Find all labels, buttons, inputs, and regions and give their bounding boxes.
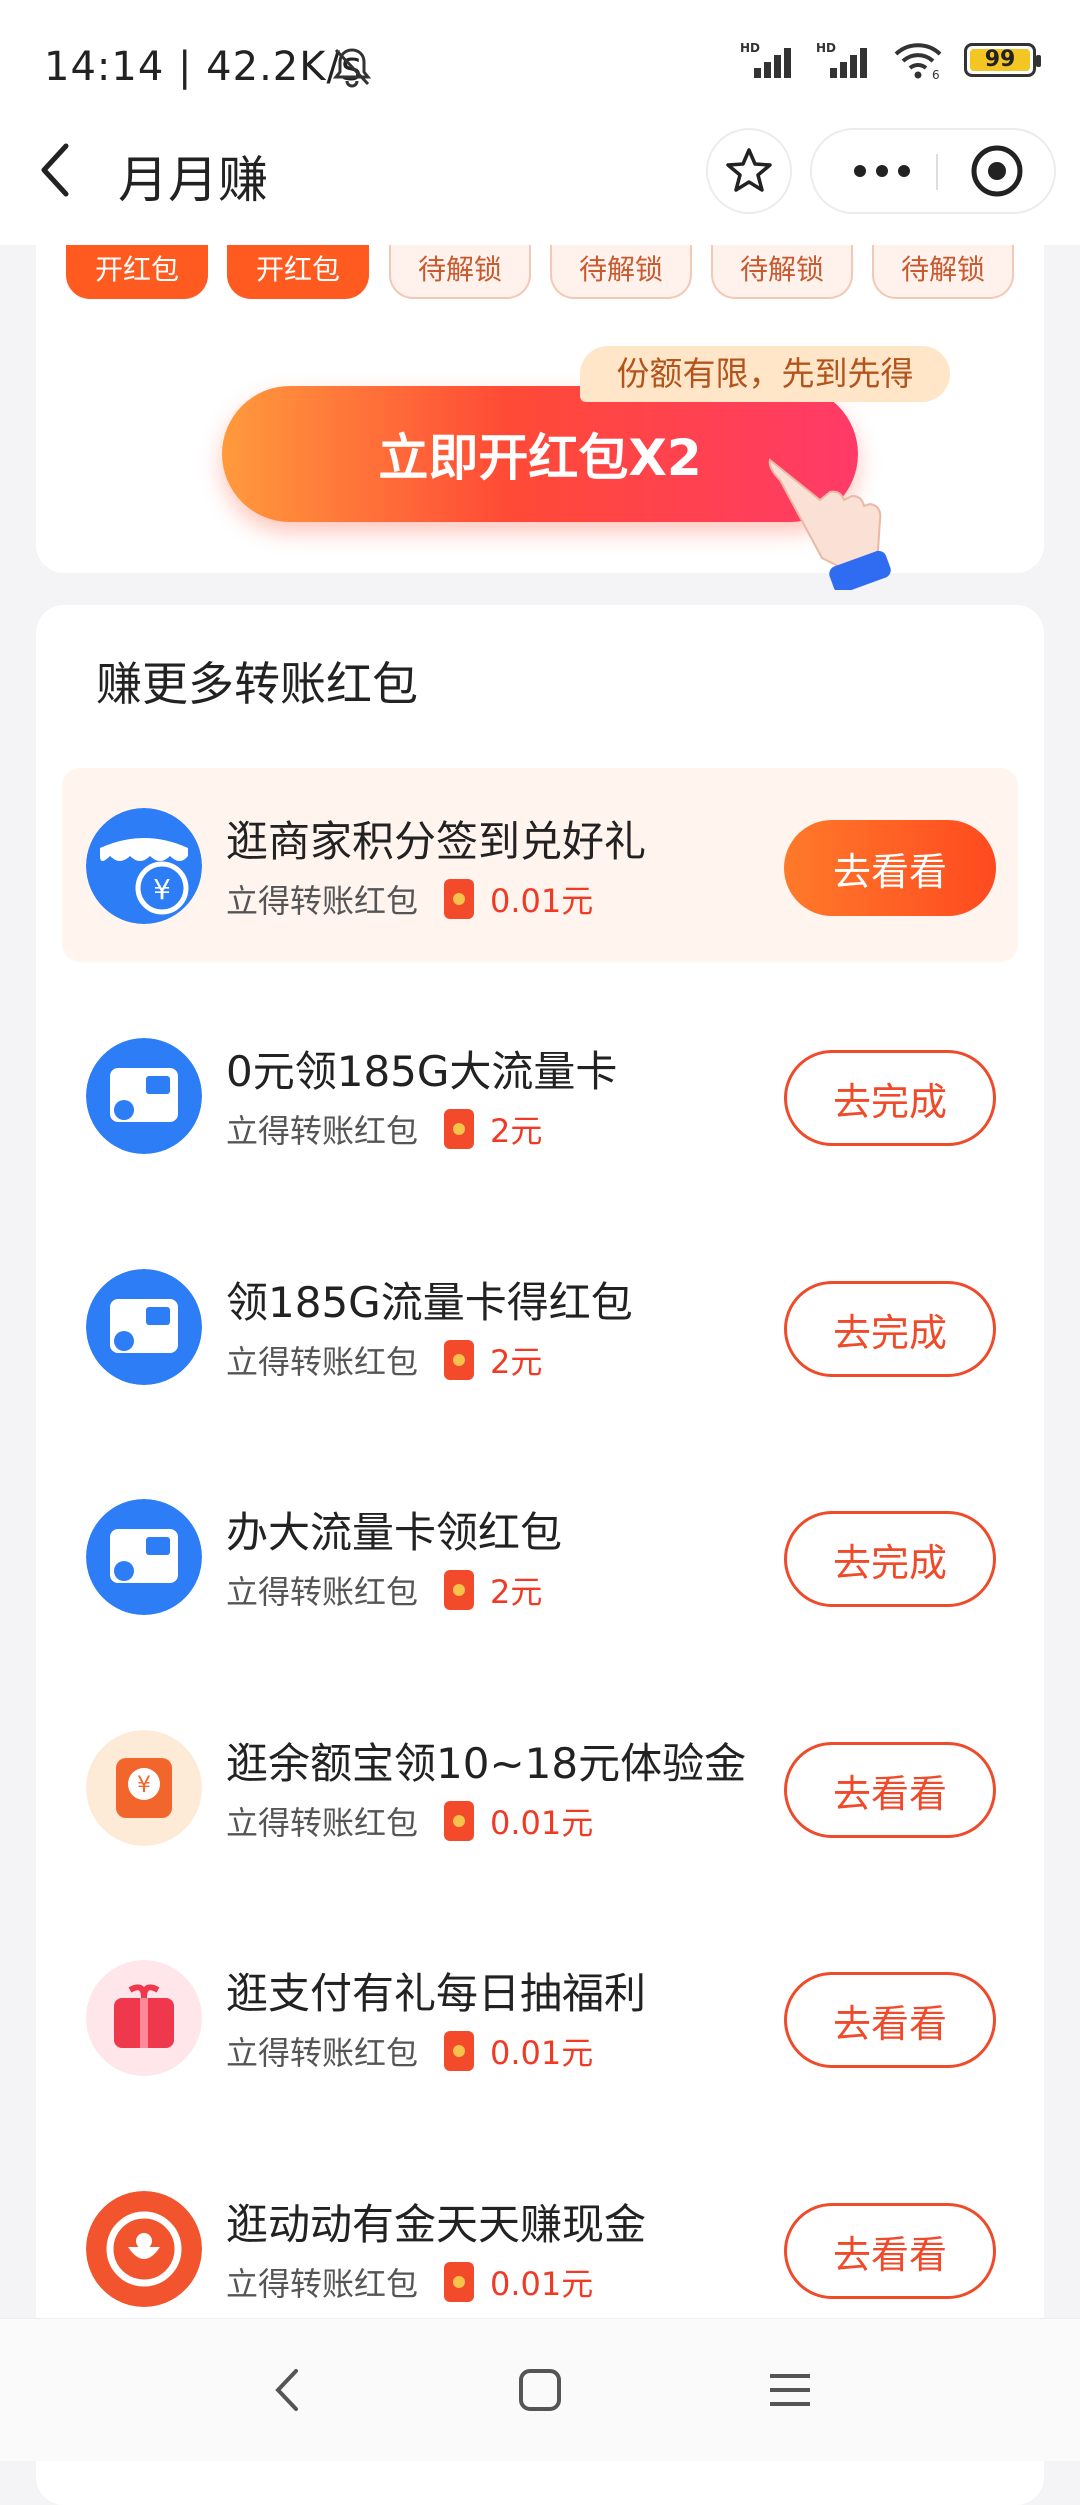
wifi-icon: 6 xyxy=(894,43,942,80)
tag-locked: 待解锁 xyxy=(872,245,1014,299)
svg-text:¥: ¥ xyxy=(153,873,171,906)
limited-tip-badge: 份额有限，先到先得 xyxy=(580,346,950,402)
open-redpacket-label: 立即开红包X2 xyxy=(378,429,702,487)
red-envelope-icon xyxy=(444,1340,475,1380)
star-icon xyxy=(726,148,772,192)
task-subtitle: 立得转账红包 0.01元 xyxy=(226,876,593,922)
task-action-button[interactable]: 去完成 xyxy=(784,1511,996,1607)
system-menu-button[interactable] xyxy=(750,2350,830,2430)
task-reward: 0.01元 xyxy=(490,2265,594,2303)
svg-text:HD: HD xyxy=(740,41,760,55)
task-title: 办大流量卡领红包 xyxy=(226,1508,563,1557)
sim-card-icon xyxy=(86,1269,202,1385)
back-icon[interactable] xyxy=(36,140,76,200)
task-subtitle-text: 立得转账红包 xyxy=(226,2034,419,2072)
red-envelope-icon xyxy=(444,1570,475,1610)
task-subtitle-text: 立得转账红包 xyxy=(226,1804,419,1842)
shop-yen-icon: ¥ xyxy=(86,808,202,924)
battery-level: 99 xyxy=(984,47,1016,72)
tag-open[interactable]: 开红包 xyxy=(227,245,369,299)
task-reward: 0.01元 xyxy=(490,882,594,920)
back-icon xyxy=(275,2369,298,2411)
hd-signal-icon: HD xyxy=(740,41,791,78)
task-title: 0元领185G大流量卡 xyxy=(226,1047,618,1096)
pointing-hand-icon xyxy=(768,458,891,590)
coin-icon xyxy=(86,2191,202,2307)
task-subtitle: 立得转账红包 0.01元 xyxy=(226,1798,593,1844)
miniapp-capsule xyxy=(810,128,1056,214)
task-subtitle-text: 立得转账红包 xyxy=(226,1343,419,1381)
task-subtitle-text: 立得转账红包 xyxy=(226,1573,419,1611)
section-title: 赚更多转账红包 xyxy=(96,657,418,711)
yuebao-icon: ¥ xyxy=(86,1730,202,1846)
task-subtitle-text: 立得转账红包 xyxy=(226,2265,419,2303)
task-row: 办大流量卡领红包 立得转账红包 2元 去完成 xyxy=(62,1459,1018,1653)
task-row: 领185G流量卡得红包 立得转账红包 2元 去完成 xyxy=(62,1229,1018,1423)
red-envelope-icon xyxy=(444,1801,475,1841)
tag-locked: 待解锁 xyxy=(389,245,531,299)
battery-icon: 99 xyxy=(964,43,1041,77)
task-action-button[interactable]: 去完成 xyxy=(784,1281,996,1377)
task-subtitle: 立得转账红包 0.01元 xyxy=(226,2259,593,2305)
close-circle-icon xyxy=(971,145,1023,197)
more-icon xyxy=(854,165,910,177)
task-action-button[interactable]: 去看看 xyxy=(784,1742,996,1838)
task-reward: 0.01元 xyxy=(490,1804,594,1842)
home-icon xyxy=(519,2369,561,2411)
system-home-button[interactable] xyxy=(500,2350,580,2430)
task-row: ¥ 逛余额宝领10~18元体验金 立得转账红包 0.01元 去看看 xyxy=(62,1690,1018,1884)
task-row: 0元领185G大流量卡 立得转账红包 2元 去完成 xyxy=(62,998,1018,1192)
red-envelope-icon xyxy=(444,2031,475,2071)
red-envelope-icon xyxy=(444,1109,475,1149)
close-button[interactable] xyxy=(942,130,1052,212)
sim-card-icon xyxy=(86,1499,202,1615)
task-subtitle: 立得转账红包 2元 xyxy=(226,1337,542,1383)
task-action-button[interactable]: 去看看 xyxy=(784,1972,996,2068)
task-title: 领185G流量卡得红包 xyxy=(226,1278,633,1327)
system-back-button[interactable] xyxy=(248,2350,328,2430)
gift-icon xyxy=(86,1960,202,2076)
task-action-button[interactable]: 去看看 xyxy=(784,2203,996,2299)
more-button[interactable] xyxy=(832,130,932,212)
hd-signal-icon: HD xyxy=(816,41,867,78)
task-action-button[interactable]: 去完成 xyxy=(784,1050,996,1146)
task-action-button[interactable]: 去看看 xyxy=(784,820,996,916)
favorite-button[interactable] xyxy=(706,128,792,214)
task-row: 逛动动有金天天赚现金 立得转账红包 0.01元 去看看 xyxy=(62,2151,1018,2345)
task-subtitle: 立得转账红包 2元 xyxy=(226,1567,542,1613)
task-title: 逛商家积分签到兑好礼 xyxy=(226,817,647,866)
tag-locked: 待解锁 xyxy=(711,245,853,299)
task-title: 逛支付有礼每日抽福利 xyxy=(226,1969,647,2018)
task-reward: 0.01元 xyxy=(490,2034,594,2072)
mute-bell-icon xyxy=(332,48,372,88)
svg-text:¥: ¥ xyxy=(137,1773,151,1798)
status-bar: 14:14 | 42.2K/s HD HD 6 99 xyxy=(0,0,1080,140)
red-envelope-icon xyxy=(444,879,475,919)
svg-text:HD: HD xyxy=(816,41,836,55)
status-time: 14:14 | 42.2K/s xyxy=(44,44,363,90)
task-title: 逛动动有金天天赚现金 xyxy=(226,2200,647,2249)
task-reward: 2元 xyxy=(490,1343,543,1381)
menu-icon xyxy=(770,2374,810,2406)
task-subtitle: 立得转账红包 0.01元 xyxy=(226,2028,593,2074)
task-row: ¥ 逛商家积分签到兑好礼 立得转账红包 0.01元 去看看 xyxy=(62,768,1018,962)
task-row: 逛支付有礼每日抽福利 立得转账红包 0.01元 去看看 xyxy=(62,1920,1018,2114)
tag-open[interactable]: 开红包 xyxy=(66,245,208,299)
task-reward: 2元 xyxy=(490,1573,543,1611)
task-subtitle-text: 立得转账红包 xyxy=(226,882,419,920)
task-subtitle-text: 立得转账红包 xyxy=(226,1112,419,1150)
task-subtitle: 立得转账红包 2元 xyxy=(226,1106,542,1152)
tag-locked: 待解锁 xyxy=(550,245,692,299)
task-title: 逛余额宝领10~18元体验金 xyxy=(226,1739,747,1788)
sim-card-icon xyxy=(86,1038,202,1154)
page-title: 月月赚 xyxy=(118,151,268,209)
svg-text:6: 6 xyxy=(932,68,940,80)
task-reward: 2元 xyxy=(490,1112,543,1150)
red-envelope-icon xyxy=(444,2262,475,2302)
